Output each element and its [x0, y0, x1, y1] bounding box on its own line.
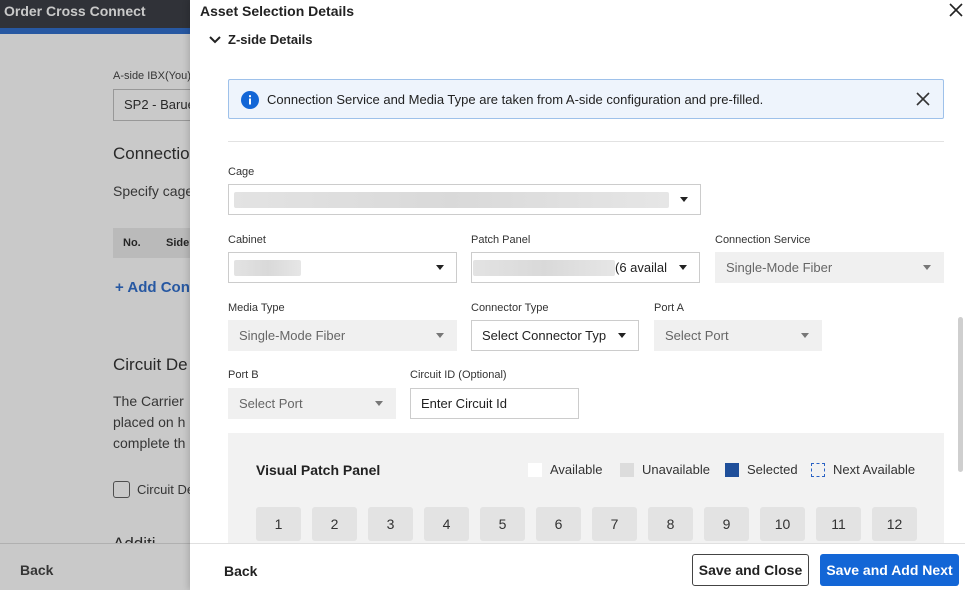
media-type-label: Media Type [228, 302, 285, 314]
port-button[interactable]: 2 [312, 507, 357, 541]
caret-down-icon [679, 265, 687, 270]
port-button[interactable]: 8 [648, 507, 693, 541]
port-b-select[interactable]: Select Port [228, 388, 396, 419]
caret-down-icon [618, 333, 626, 338]
connector-type-label: Connector Type [471, 302, 549, 314]
port-b-placeholder: Select Port [239, 396, 303, 411]
redacted-value [234, 192, 669, 208]
port-button[interactable]: 3 [368, 507, 413, 541]
port-button[interactable]: 12 [872, 507, 917, 541]
cage-label: Cage [228, 166, 255, 178]
connection-service-label: Connection Service [715, 234, 811, 246]
caret-down-icon [436, 265, 444, 270]
asset-selection-drawer: Asset Selection Details Z-side Details C… [190, 0, 965, 590]
caret-down-icon [680, 197, 688, 202]
port-button[interactable]: 5 [480, 507, 525, 541]
visual-patch-panel: Visual Patch Panel Available Unavailable… [228, 433, 944, 553]
zside-section-title: Z-side Details [228, 32, 313, 47]
legend-unavailable: Unavailable [620, 462, 710, 477]
port-row: 1 2 3 4 5 6 7 8 9 10 11 12 [256, 507, 917, 541]
redacted-value [473, 260, 615, 276]
info-banner-text: Connection Service and Media Type are ta… [267, 92, 764, 107]
legend-swatch-available [528, 462, 542, 477]
legend-swatch-next-available [811, 462, 825, 477]
connection-service-select: Single-Mode Fiber [715, 252, 944, 283]
legend-selected: Selected [725, 462, 798, 477]
scrollbar-thumb[interactable] [958, 317, 963, 472]
back-button[interactable]: Back [224, 563, 257, 579]
cabinet-select[interactable] [228, 252, 457, 283]
legend-selected-label: Selected [747, 462, 798, 477]
port-a-select[interactable]: Select Port [654, 320, 822, 351]
port-a-placeholder: Select Port [665, 328, 729, 343]
legend-swatch-unavailable [620, 462, 634, 477]
legend-next-available-label: Next Available [833, 462, 916, 477]
cage-select[interactable] [228, 184, 701, 215]
cabinet-label: Cabinet [228, 234, 266, 246]
circuit-id-label: Circuit ID (Optional) [410, 369, 507, 381]
port-a-label: Port A [654, 302, 684, 314]
save-and-add-next-button[interactable]: Save and Add Next [820, 554, 959, 586]
legend-swatch-selected [725, 462, 739, 477]
legend-available: Available [528, 462, 603, 477]
chevron-down-icon [209, 35, 221, 43]
modal-overlay[interactable] [0, 0, 190, 590]
port-button[interactable]: 7 [592, 507, 637, 541]
port-button[interactable]: 11 [816, 507, 861, 541]
port-button[interactable]: 10 [760, 507, 805, 541]
section-divider [228, 141, 944, 142]
drawer-footer: Back Save and Close Save and Add Next [190, 543, 965, 590]
drawer-title: Asset Selection Details [200, 3, 355, 19]
legend-next-available: Next Available [811, 462, 915, 477]
connector-type-placeholder: Select Connector Type [482, 328, 606, 343]
patch-panel-label: Patch Panel [471, 234, 531, 246]
caret-down-icon [436, 333, 444, 338]
close-icon[interactable] [947, 1, 965, 19]
media-type-select: Single-Mode Fiber [228, 320, 457, 351]
patch-panel-select[interactable]: (6 availal [471, 252, 700, 283]
info-banner: Connection Service and Media Type are ta… [228, 79, 944, 119]
save-and-close-button[interactable]: Save and Close [692, 554, 809, 586]
patch-panel-availability: (6 availal [615, 260, 668, 275]
port-button[interactable]: 9 [704, 507, 749, 541]
caret-down-icon [801, 333, 809, 338]
connection-service-value: Single-Mode Fiber [726, 260, 833, 275]
zside-section-toggle[interactable]: Z-side Details [208, 32, 313, 47]
redacted-value [234, 260, 301, 276]
caret-down-icon [923, 265, 931, 270]
connector-type-select[interactable]: Select Connector Type [471, 320, 639, 351]
port-button[interactable]: 6 [536, 507, 581, 541]
info-icon [241, 91, 259, 109]
port-button[interactable]: 1 [256, 507, 301, 541]
banner-close-icon[interactable] [915, 91, 931, 107]
legend-available-label: Available [550, 462, 603, 477]
visual-patch-panel-title: Visual Patch Panel [256, 462, 381, 478]
caret-down-icon [375, 401, 383, 406]
media-type-value: Single-Mode Fiber [239, 328, 346, 343]
port-b-label: Port B [228, 369, 259, 381]
circuit-id-input[interactable]: Enter Circuit Id [410, 388, 579, 419]
port-button[interactable]: 4 [424, 507, 469, 541]
legend-unavailable-label: Unavailable [642, 462, 710, 477]
